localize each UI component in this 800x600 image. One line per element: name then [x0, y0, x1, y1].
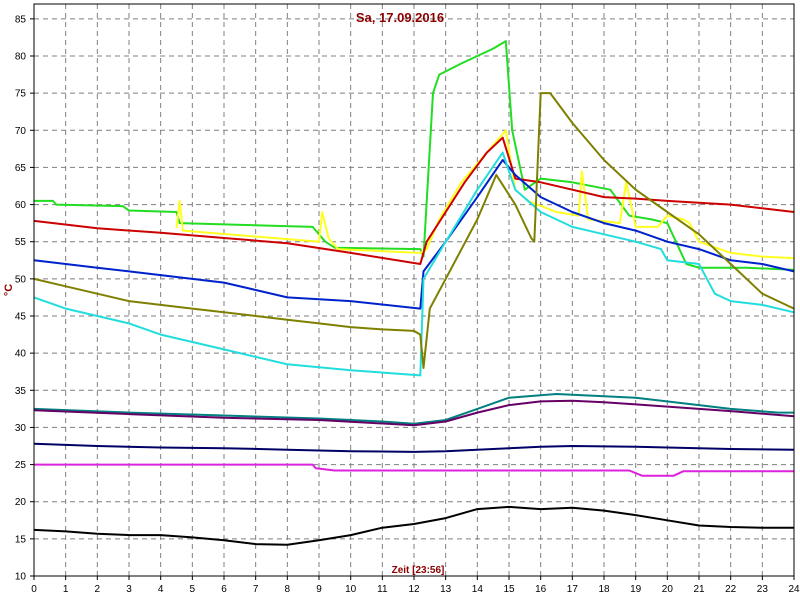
x-tick-label: 24 [788, 584, 800, 595]
y-axis-label: °C [3, 284, 15, 296]
x-tick-label: 23 [757, 584, 769, 595]
x-tick-label: 11 [377, 584, 388, 595]
x-tick-label: 18 [598, 584, 610, 595]
x-tick-label: 13 [440, 584, 452, 595]
y-tick-label: 60 [15, 200, 27, 211]
y-tick-label: 85 [15, 14, 27, 25]
y-tick-label: 75 [15, 89, 27, 100]
y-tick-label: 40 [15, 349, 27, 360]
y-tick-label: 30 [15, 423, 27, 434]
x-tick-label: 10 [345, 584, 357, 595]
y-tick-label: 55 [15, 237, 27, 248]
x-tick-label: 7 [253, 584, 259, 595]
y-tick-label: 80 [15, 52, 27, 63]
x-tick-label: 15 [503, 584, 515, 595]
y-tick-label: 35 [15, 386, 27, 397]
x-tick-label: 20 [662, 584, 674, 595]
x-tick-label: 4 [158, 584, 164, 595]
x-tick-label: 12 [408, 584, 420, 595]
y-tick-label: 20 [15, 497, 27, 508]
x-tick-label: 19 [630, 584, 642, 595]
x-tick-label: 8 [285, 584, 291, 595]
x-tick-label: 17 [567, 584, 579, 595]
y-tick-label: 10 [15, 572, 27, 583]
x-tick-label: 3 [126, 584, 132, 595]
x-tick-label: 22 [725, 584, 737, 595]
x-tick-label: 6 [221, 584, 227, 595]
x-tick-label: 5 [190, 584, 196, 595]
x-tick-label: 14 [472, 584, 484, 595]
y-tick-label: 50 [15, 274, 27, 285]
temperature-chart: 10152025303540455055606570758085 0123456… [0, 0, 800, 600]
x-tick-label: 2 [95, 584, 101, 595]
chart-title: Sa, 17.09.2016 [356, 10, 444, 25]
x-tick-label: 16 [535, 584, 547, 595]
y-tick-label: 70 [15, 126, 27, 137]
y-tick-label: 25 [15, 460, 27, 471]
y-tick-label: 65 [15, 163, 27, 174]
x-tick-label: 1 [63, 584, 69, 595]
x-tick-label: 21 [693, 584, 705, 595]
y-tick-label: 15 [15, 534, 27, 545]
y-tick-label: 45 [15, 312, 27, 323]
x-axis-label: Zeit [23:56] [392, 565, 445, 576]
x-tick-label: 0 [31, 584, 37, 595]
x-tick-label: 9 [316, 584, 322, 595]
